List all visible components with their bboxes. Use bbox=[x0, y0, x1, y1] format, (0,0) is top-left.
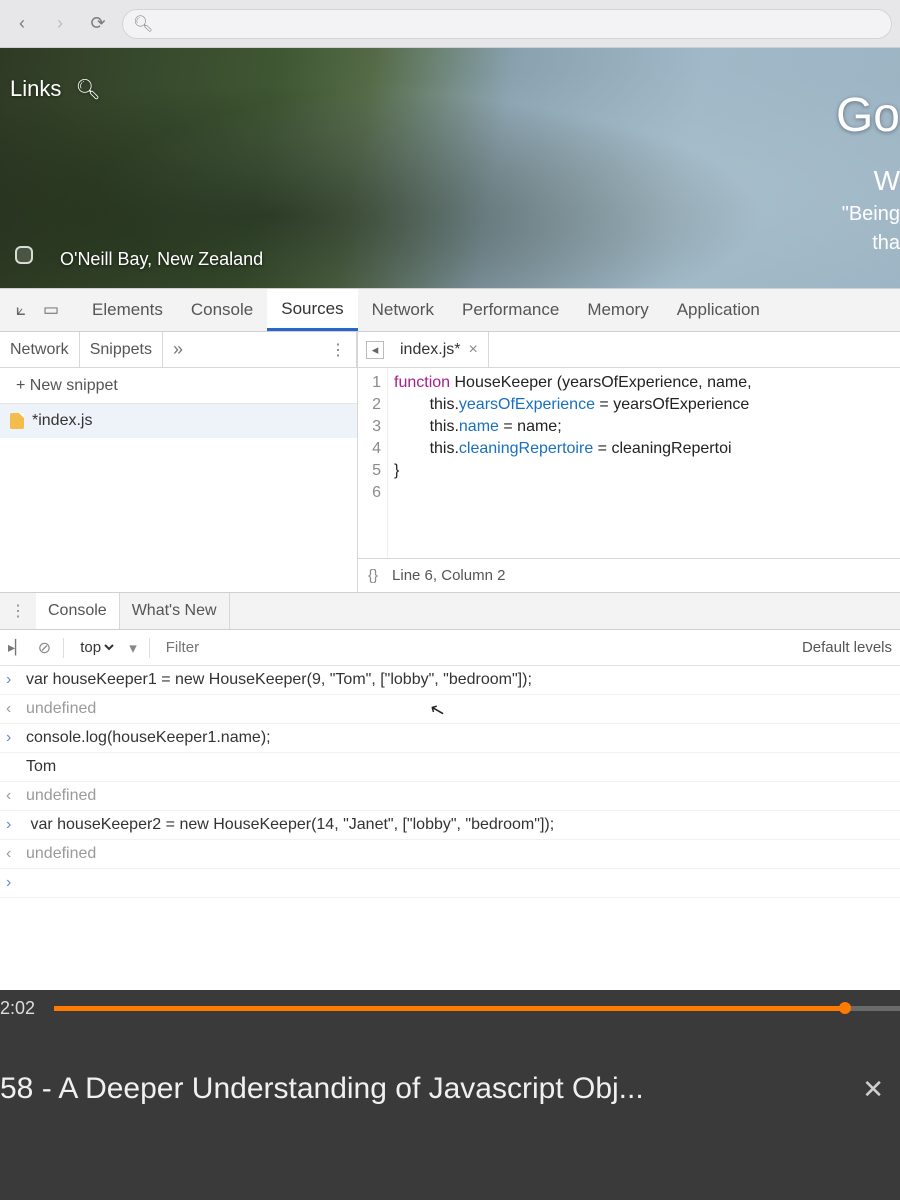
links-menu[interactable]: Links bbox=[10, 76, 61, 102]
photo-caption: O'Neill Bay, New Zealand bbox=[60, 249, 263, 270]
editor-tabs: ◂ index.js* × bbox=[358, 332, 900, 368]
tab-application[interactable]: Application bbox=[663, 289, 774, 331]
return-icon: ‹ bbox=[6, 695, 26, 723]
navigator-tabs: Network Snippets » ⋮ bbox=[0, 332, 357, 368]
snippet-file-name: *index.js bbox=[32, 412, 92, 430]
video-progress[interactable]: 2:02 bbox=[0, 990, 900, 1030]
quote-line2: tha bbox=[836, 232, 900, 255]
drawer-tab-whatsnew[interactable]: What's New bbox=[120, 593, 230, 629]
console-output[interactable]: ›var houseKeeper1 = new HouseKeeper(9, "… bbox=[0, 666, 900, 898]
blank-icon bbox=[6, 753, 26, 781]
console-toolbar: ▸▏ ⊘ top ▾ Default levels bbox=[0, 630, 900, 666]
tab-performance[interactable]: Performance bbox=[448, 289, 573, 331]
url-input[interactable] bbox=[159, 15, 881, 32]
console-input-line: console.log(houseKeeper1.name); bbox=[26, 724, 271, 752]
tab-memory[interactable]: Memory bbox=[573, 289, 662, 331]
back-button[interactable]: ‹ bbox=[8, 10, 36, 38]
console-filter-input[interactable] bbox=[162, 637, 322, 658]
code-editor: ◂ index.js* × 123456 function HouseKeepe… bbox=[358, 332, 900, 592]
hero-greeting: Go W "Being tha bbox=[836, 88, 900, 255]
forward-button[interactable]: › bbox=[46, 10, 74, 38]
new-snippet-button[interactable]: + New snippet bbox=[0, 368, 357, 404]
console-return: undefined bbox=[26, 782, 96, 810]
nav-tab-network[interactable]: Network bbox=[0, 332, 80, 367]
seek-bar[interactable] bbox=[54, 1006, 900, 1011]
cursor-position: Line 6, Column 2 bbox=[392, 567, 505, 584]
greeting-text: Go bbox=[836, 88, 900, 143]
return-icon: ‹ bbox=[6, 840, 26, 868]
browser-toolbar: ‹ › ⟳ 🔍︎ bbox=[0, 0, 900, 48]
new-snippet-label: + New snippet bbox=[16, 377, 118, 395]
tab-sources[interactable]: Sources bbox=[267, 289, 357, 331]
tab-console[interactable]: Console bbox=[177, 289, 267, 331]
console-input-line: var houseKeeper2 = new HouseKeeper(14, "… bbox=[26, 811, 554, 839]
code-area[interactable]: 123456 function HouseKeeper (yearsOfExpe… bbox=[358, 368, 900, 558]
console-log-output: Tom bbox=[26, 753, 56, 781]
editor-status-bar: {} Line 6, Column 2 bbox=[358, 558, 900, 592]
nav-menu-icon[interactable]: ⋮ bbox=[320, 332, 357, 367]
photo-credit-icon[interactable] bbox=[15, 246, 33, 264]
file-icon bbox=[10, 413, 24, 429]
sources-navigator: Network Snippets » ⋮ + New snippet *inde… bbox=[0, 332, 358, 592]
context-selector[interactable]: top bbox=[76, 638, 117, 657]
sources-panel: Network Snippets » ⋮ + New snippet *inde… bbox=[0, 332, 900, 592]
clear-console-icon[interactable]: ⊘ bbox=[38, 638, 51, 658]
tab-elements[interactable]: Elements bbox=[78, 289, 177, 331]
close-icon[interactable]: × bbox=[468, 341, 477, 359]
log-levels[interactable]: Default levels bbox=[802, 639, 892, 656]
drawer-tab-strip: ⋮ Console What's New bbox=[0, 592, 900, 630]
video-title-row: 58 - A Deeper Understanding of Javascrip… bbox=[0, 1030, 900, 1106]
code-text[interactable]: function HouseKeeper (yearsOfExperience,… bbox=[388, 368, 752, 558]
divider bbox=[149, 638, 150, 658]
greeting-sub: W bbox=[836, 165, 900, 197]
editor-nav-icon[interactable]: ◂ bbox=[366, 341, 384, 359]
video-player-bar: 2:02 58 - A Deeper Understanding of Java… bbox=[0, 990, 900, 1200]
search-icon: 🔍︎ bbox=[133, 14, 153, 34]
console-sidebar-icon[interactable]: ▸▏ bbox=[8, 639, 26, 656]
snippet-file[interactable]: *index.js bbox=[0, 404, 357, 438]
address-bar[interactable]: 🔍︎ bbox=[122, 9, 892, 39]
video-title: 58 - A Deeper Understanding of Javascrip… bbox=[0, 1072, 644, 1106]
console-return: undefined bbox=[26, 695, 96, 723]
hero-search-icon[interactable]: 🔍︎ bbox=[75, 77, 100, 102]
console-input-line: var houseKeeper1 = new HouseKeeper(9, "T… bbox=[26, 666, 532, 694]
quote-line1: "Being bbox=[836, 203, 900, 226]
editor-tab-label: index.js* bbox=[400, 341, 460, 359]
devtools-tab-strip: ⟀ ▭ Elements Console Sources Network Per… bbox=[0, 288, 900, 332]
page-hero: Links 🔍︎ O'Neill Bay, New Zealand Go W "… bbox=[0, 48, 900, 288]
prompt-icon: › bbox=[6, 869, 26, 897]
divider bbox=[63, 638, 64, 658]
reload-button[interactable]: ⟳ bbox=[84, 10, 112, 38]
video-time: 2:02 bbox=[0, 998, 35, 1019]
prompt-icon: › bbox=[6, 666, 26, 694]
drawer-menu-icon[interactable]: ⋮ bbox=[0, 601, 36, 621]
line-gutter: 123456 bbox=[358, 368, 388, 558]
shuffle-icon[interactable]: ✕ bbox=[862, 1074, 884, 1105]
nav-tab-snippets[interactable]: Snippets bbox=[80, 332, 163, 367]
tab-network[interactable]: Network bbox=[358, 289, 448, 331]
editor-tab-indexjs[interactable]: index.js* × bbox=[394, 332, 489, 367]
return-icon: ‹ bbox=[6, 782, 26, 810]
prompt-icon: › bbox=[6, 724, 26, 752]
drawer-tab-console[interactable]: Console bbox=[36, 593, 120, 629]
pretty-print-icon[interactable]: {} bbox=[368, 567, 378, 584]
inspect-icon[interactable]: ⟀ bbox=[6, 300, 36, 320]
prompt-icon: › bbox=[6, 811, 26, 839]
seek-fill bbox=[54, 1006, 849, 1011]
device-icon[interactable]: ▭ bbox=[36, 300, 66, 320]
seek-handle[interactable] bbox=[839, 1002, 851, 1014]
console-return: undefined bbox=[26, 840, 96, 868]
nav-tab-more[interactable]: » bbox=[163, 332, 193, 367]
